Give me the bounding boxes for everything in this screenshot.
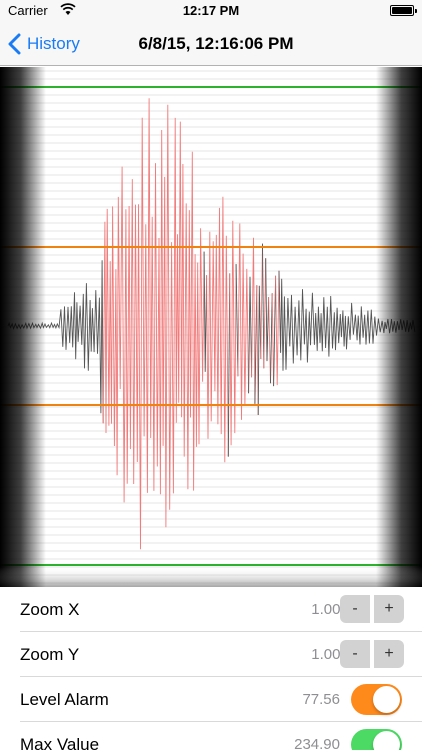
zoom-x-stepper: - + xyxy=(340,595,404,623)
max-value-toggle[interactable] xyxy=(351,729,402,750)
seismograph-view[interactable] xyxy=(0,67,422,587)
level-alarm-row: Level Alarm 77.56 xyxy=(20,677,422,722)
toggle-knob xyxy=(373,731,400,750)
max-value-row: Max Value 234.90 xyxy=(20,722,422,750)
status-time: 12:17 PM xyxy=(182,3,240,18)
zoom-x-increment-button[interactable]: + xyxy=(374,595,404,623)
toggle-knob xyxy=(373,686,400,713)
zoom-x-row: Zoom X 1.00x - + xyxy=(20,587,422,632)
settings-list: Zoom X 1.00x - + Zoom Y 1.00x - + Level … xyxy=(0,587,422,750)
level-alarm-value: 77.56 xyxy=(302,691,340,708)
level-alarm-toggle[interactable] xyxy=(351,684,402,715)
max-value-label: Max Value xyxy=(20,735,100,750)
status-bar: Carrier 12:17 PM xyxy=(0,0,422,22)
zoom-y-row: Zoom Y 1.00x - + xyxy=(20,632,422,677)
navigation-bar: History 6/8/15, 12:16:06 PM xyxy=(0,22,422,66)
zoom-x-label: Zoom X xyxy=(20,600,80,619)
level-alarm-label: Level Alarm xyxy=(20,690,109,709)
max-value-value: 234.90 xyxy=(294,736,340,750)
zoom-x-decrement-button[interactable]: - xyxy=(340,595,370,623)
zoom-y-increment-button[interactable]: + xyxy=(374,640,404,668)
battery-icon xyxy=(390,5,417,16)
page-title: 6/8/15, 12:16:06 PM xyxy=(138,34,294,53)
zoom-y-decrement-button[interactable]: - xyxy=(340,640,370,668)
zoom-y-label: Zoom Y xyxy=(20,645,80,664)
zoom-y-stepper: - + xyxy=(340,640,404,668)
seismograph-canvas xyxy=(0,67,422,587)
